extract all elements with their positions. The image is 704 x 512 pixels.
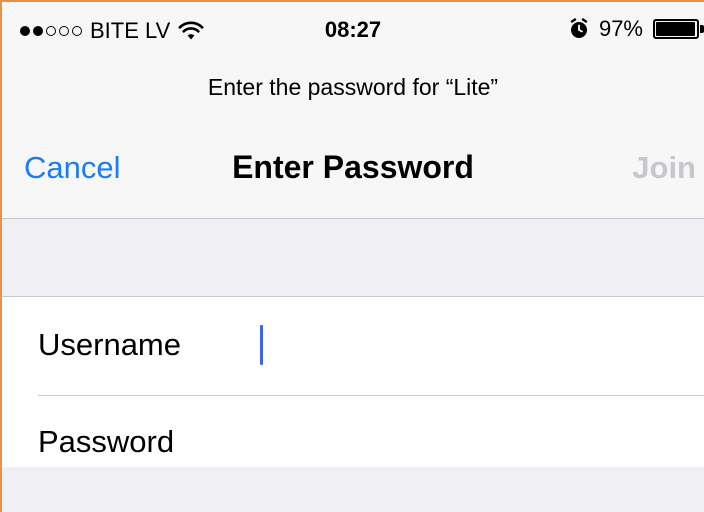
page-title: Enter Password [232, 149, 474, 185]
password-row[interactable]: Password [2, 396, 704, 467]
battery-icon [653, 19, 704, 39]
battery-percent: 97% [598, 16, 643, 41]
alarm-icon [570, 18, 588, 38]
credentials-form: Username Password [2, 296, 704, 468]
battery-fill [656, 22, 695, 36]
screen-frame: BITE LV 08:27 97% Enter the password for… [0, 0, 704, 512]
navigation-bar: Cancel Enter Password Join [2, 120, 704, 219]
section-spacer [2, 219, 704, 296]
password-field[interactable] [260, 418, 694, 470]
text-caret [260, 325, 263, 365]
battery-body [653, 19, 699, 39]
username-row[interactable]: Username [2, 297, 704, 395]
status-bar: BITE LV 08:27 97% [2, 2, 704, 60]
battery-cap [700, 25, 704, 33]
status-right: 97% [569, 16, 704, 42]
username-label: Username [38, 327, 181, 362]
username-field[interactable] [260, 319, 694, 371]
bottom-background [2, 467, 704, 512]
join-button[interactable]: Join [632, 150, 696, 186]
network-prompt: Enter the password for “Lite” [207, 74, 499, 100]
password-label: Password [38, 424, 175, 459]
